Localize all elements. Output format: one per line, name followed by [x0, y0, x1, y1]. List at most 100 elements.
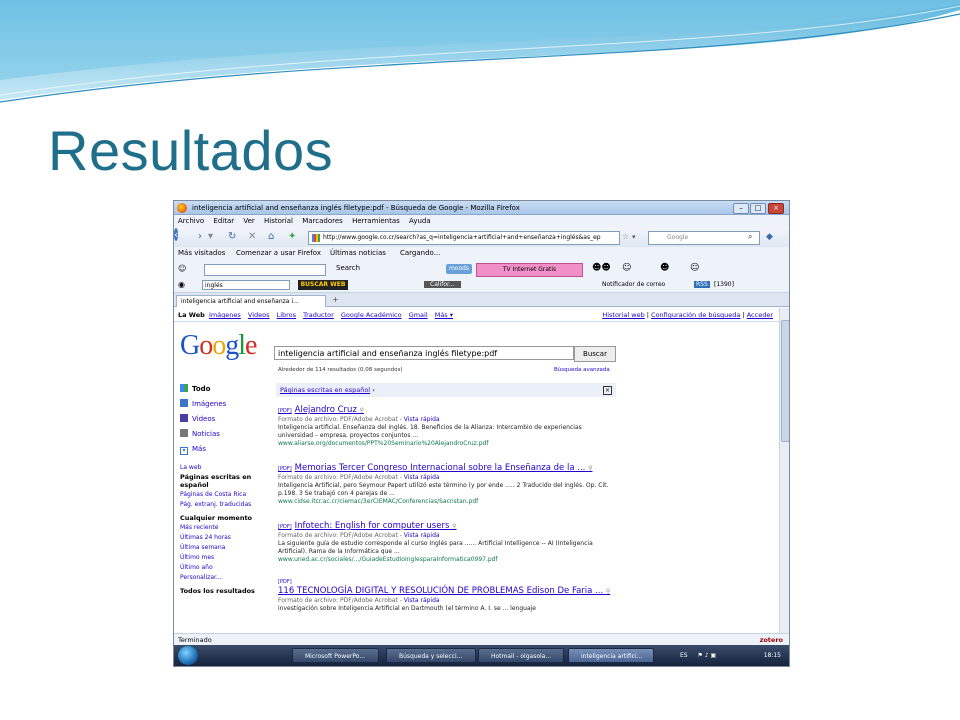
bookmark-most-visited[interactable]: Más visitados	[178, 249, 225, 257]
refine-link[interactable]: Páginas escritas en español	[280, 386, 370, 394]
nav-images[interactable]: Imágenes	[209, 311, 241, 319]
emoticon-icon[interactable]: ☻☻	[592, 263, 611, 273]
toolbar-search-input[interactable]	[204, 264, 326, 276]
time-filter-item[interactable]: Personalizar...	[180, 574, 268, 582]
tray-icons[interactable]: ⚑ ♪ ▣	[698, 652, 717, 659]
scrollbar-thumb[interactable]	[781, 320, 789, 442]
advanced-search-link[interactable]: Búsqueda avanzada	[554, 367, 610, 373]
back-arrow-icon[interactable]: ‹	[174, 228, 179, 241]
url-star-icon[interactable]: ☆	[622, 230, 629, 244]
close-icon[interactable]: ×	[603, 386, 612, 395]
url-dropdown-icon[interactable]: ▾	[632, 230, 636, 244]
mail-notifier[interactable]: Notificador de correo	[602, 281, 665, 288]
clock[interactable]: 18:15	[764, 645, 781, 666]
menu-item[interactable]: Historial	[264, 215, 293, 227]
nav-gmail[interactable]: Gmail	[409, 311, 428, 319]
maximize-button[interactable]: □	[750, 203, 766, 214]
time-filter-item[interactable]: Últimas 24 horas	[180, 534, 268, 542]
filter-translated[interactable]: Pág. extranj. traducidas	[180, 501, 268, 509]
search-settings-link[interactable]: Configuración de búsqueda	[651, 311, 740, 319]
url-bar[interactable]: http://www.google.co.cr/search?as_q=inte…	[308, 231, 620, 245]
taskbar-search-window[interactable]: Búsqueda y selecci...	[386, 648, 476, 663]
google-logo[interactable]: Google	[180, 330, 257, 362]
vertical-scrollbar[interactable]	[779, 308, 789, 633]
language-indicator[interactable]: ES	[680, 652, 688, 659]
new-tab-icon[interactable]: +	[332, 295, 339, 304]
result-title-row[interactable]: [PDF] Infotech: English for computer user…	[278, 521, 618, 532]
menu-item[interactable]: Ver	[243, 215, 254, 227]
emoticon-icon[interactable]: ☺	[690, 263, 699, 273]
nav-videos[interactable]: Videos	[248, 311, 270, 319]
filter-costa-rica[interactable]: Páginas de Costa Rica	[180, 491, 268, 499]
time-filter-item[interactable]: Más reciente	[180, 524, 268, 532]
bookmark-star-icon[interactable]: ✦	[288, 230, 296, 244]
quick-view-link[interactable]: Vista rápida	[404, 474, 440, 481]
emoticon-icon[interactable]: ☻	[660, 263, 669, 273]
search-icon[interactable]: ⌕	[748, 230, 752, 244]
time-filter-item[interactable]: Último mes	[180, 554, 268, 562]
addon-icon[interactable]: ◆	[766, 230, 773, 244]
menu-item[interactable]: Herramientas	[352, 215, 400, 227]
result-title-row[interactable]: 116 TECNOLOGÍA DIGITAL Y RESOLUCIÓN DE P…	[278, 586, 618, 597]
stop-icon[interactable]: ✕	[248, 230, 256, 244]
forward-arrow-icon[interactable]: ›	[198, 230, 202, 244]
smiley-icon[interactable]: ☺	[178, 264, 186, 273]
nav-books[interactable]: Libros	[277, 311, 296, 319]
taskbar-powerpoint[interactable]: Microsoft PowerPo...	[292, 648, 379, 663]
minimize-button[interactable]: –	[733, 203, 749, 214]
sign-in-link[interactable]: Acceder	[747, 311, 773, 319]
toolbar-logo-icon[interactable]: ◉	[178, 280, 185, 289]
sidebar-item-images[interactable]: Imágenes	[180, 398, 268, 413]
taskbar-firefox[interactable]: inteligencia artifici...	[568, 648, 654, 663]
quick-view-link[interactable]: Vista rápida	[404, 416, 440, 423]
query-input[interactable]: inteligencia artificial and enseñanza in…	[274, 346, 574, 360]
magnifier-icon[interactable]: ⚲	[588, 465, 592, 472]
filter-web[interactable]: La web	[180, 464, 268, 472]
nav-translate[interactable]: Traductor	[303, 311, 334, 319]
bookmark-loading[interactable]: Cargando...	[400, 249, 440, 257]
avatar-icon[interactable]: ☺	[622, 263, 631, 273]
sidebar-item-news[interactable]: Noticias	[180, 428, 268, 443]
close-button[interactable]: ×	[768, 203, 784, 214]
time-filter-item[interactable]: Último año	[180, 564, 268, 572]
toolbar-query-input[interactable]: inglés	[202, 280, 290, 290]
bookmark-latest-news[interactable]: Últimas noticias	[330, 249, 386, 257]
taskbar-hotmail[interactable]: Hotmail - olgasola...	[478, 648, 564, 663]
web-history-link[interactable]: Historial web	[602, 311, 644, 319]
magnifier-icon[interactable]: ⚲	[360, 407, 364, 414]
mini-search-field[interactable]: Califor...	[424, 281, 461, 288]
reload-icon[interactable]: ↻	[228, 230, 236, 244]
nav-web[interactable]: La Web	[178, 311, 205, 319]
search-bar[interactable]: Google	[648, 231, 760, 245]
result-title-row[interactable]: [PDF] Alejandro Cruz ⚲	[278, 405, 618, 416]
quick-view-link[interactable]: Vista rápida	[404, 532, 440, 539]
menu-item[interactable]: Archivo	[178, 215, 204, 227]
sidebar-item-videos[interactable]: Videos	[180, 413, 268, 428]
rss-icon[interactable]: RSS	[694, 281, 710, 288]
tab-active[interactable]: inteligencia artificial and enseñanza i.…	[176, 295, 326, 307]
result-snippet: Inteligencia artificial. Enseñanza del i…	[278, 424, 582, 439]
magnifier-icon[interactable]: ⚲	[452, 523, 456, 530]
magnifier-icon[interactable]: ⚲	[606, 588, 610, 595]
search-button[interactable]: Buscar	[574, 346, 616, 362]
home-icon[interactable]: ⌂	[268, 230, 274, 244]
bookmark-getting-started[interactable]: Comenzar a usar Firefox	[236, 249, 321, 257]
sidebar-item-more[interactable]: ▾ Más	[180, 443, 268, 458]
start-button[interactable]	[178, 646, 198, 665]
buscar-web-button[interactable]: BUSCAR WEB	[298, 280, 348, 290]
window-titlebar[interactable]: inteligencia artificial and enseñanza in…	[174, 201, 789, 215]
sidebar-item-all[interactable]: Todo	[180, 383, 268, 398]
tv-internet-banner[interactable]: TV Internet Gratis	[476, 263, 583, 277]
nav-more[interactable]: Más ▾	[435, 311, 453, 319]
result-title-row[interactable]: [PDF] Memorias Tercer Congreso Internacio…	[278, 463, 618, 474]
toolbar-search-button[interactable]: Search	[336, 264, 360, 272]
nav-scholar[interactable]: Google Académico	[341, 311, 402, 319]
menu-item[interactable]: Ayuda	[409, 215, 431, 227]
history-dropdown-icon[interactable]: ▾	[208, 230, 213, 244]
time-filter-item[interactable]: Última semana	[180, 544, 268, 552]
menu-item[interactable]: Marcadores	[302, 215, 343, 227]
result-format: Formato de archivo: PDF/Adobe Acrobat - …	[278, 416, 618, 424]
menu-item[interactable]: Editar	[213, 215, 234, 227]
moods-button[interactable]: moods	[446, 264, 472, 274]
quick-view-link[interactable]: Vista rápida	[404, 597, 440, 604]
